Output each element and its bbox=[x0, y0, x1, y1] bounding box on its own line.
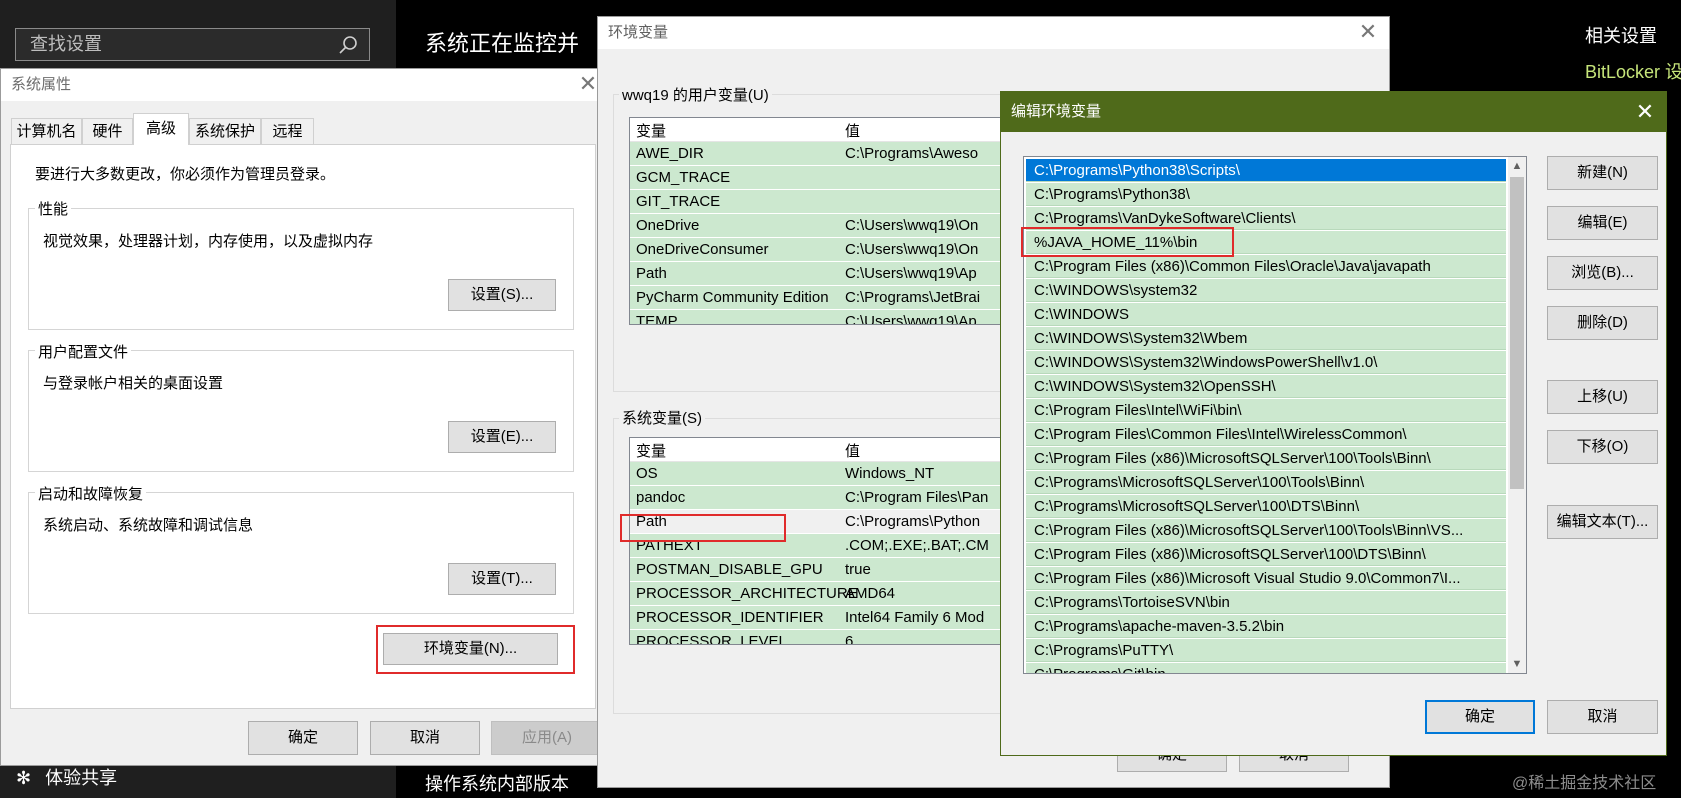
table-row[interactable]: GIT_TRACE bbox=[630, 190, 1008, 213]
list-item[interactable]: C:\WINDOWS\System32\WindowsPowerShell\v1… bbox=[1026, 351, 1506, 374]
editenv-ok-button[interactable]: 确定 bbox=[1425, 700, 1535, 734]
table-row[interactable]: PROCESSOR_IDENTIFIER Intel64 Family 6 Mod bbox=[630, 606, 1008, 629]
list-item[interactable]: C:\WINDOWS\System32\Wbem bbox=[1026, 327, 1506, 350]
col-var-header[interactable]: 变量 bbox=[636, 440, 666, 461]
user-vars-table[interactable]: 变量 值 AWE_DIR C:\Programs\Aweso GCM_TRACE … bbox=[629, 117, 1009, 325]
list-item[interactable]: C:\Program Files (x86)\MicrosoftSQLServe… bbox=[1026, 519, 1506, 542]
editenv-cancel-button[interactable]: 取消 bbox=[1547, 700, 1658, 734]
table-row[interactable]: GCM_TRACE bbox=[630, 166, 1008, 189]
search-placeholder: 查找设置 bbox=[30, 34, 102, 54]
user-vars-section-title: wwq19 的用户变量(U) bbox=[619, 84, 772, 105]
new-button[interactable]: 新建(N) bbox=[1547, 156, 1658, 190]
tab-remote[interactable]: 远程 bbox=[261, 118, 314, 144]
list-item[interactable]: C:\Program Files (x86)\Common Files\Orac… bbox=[1026, 255, 1506, 278]
startup-settings-button[interactable]: 设置(T)... bbox=[448, 563, 556, 595]
col-val-header[interactable]: 值 bbox=[845, 120, 860, 141]
tab-computer-name[interactable]: 计算机名 bbox=[11, 118, 82, 144]
admin-note: 要进行大多数更改，你必须作为管理员登录。 bbox=[35, 166, 336, 183]
table-row[interactable]: OneDrive C:\Users\wwq19\On bbox=[630, 214, 1008, 237]
profile-group bbox=[28, 350, 574, 472]
performance-desc: 视觉效果，处理器计划，内存使用，以及虚拟内存 bbox=[43, 233, 374, 250]
performance-group bbox=[28, 208, 574, 330]
profile-desc: 与登录帐户相关的桌面设置 bbox=[43, 375, 224, 392]
watermark: @稀土掘金技术社区 bbox=[1512, 775, 1657, 792]
edit-button[interactable]: 编辑(E) bbox=[1547, 206, 1658, 240]
table-row[interactable]: Path C:\Users\wwq19\Ap bbox=[630, 262, 1008, 285]
envvars-title: 环境变量 bbox=[598, 17, 1389, 49]
profile-title: 用户配置文件 bbox=[35, 341, 132, 362]
edit-text-button[interactable]: 编辑文本(T)... bbox=[1547, 505, 1658, 539]
list-item[interactable]: C:\Programs\apache-maven-3.5.2\bin bbox=[1026, 615, 1506, 638]
list-item[interactable]: C:\WINDOWS\system32 bbox=[1026, 279, 1506, 302]
profile-settings-button[interactable]: 设置(E)... bbox=[448, 421, 556, 453]
apply-button[interactable]: 应用(A) bbox=[491, 721, 603, 755]
search-input[interactable]: 查找设置 bbox=[15, 28, 370, 61]
browse-button[interactable]: 浏览(B)... bbox=[1547, 256, 1658, 290]
share-nav-item[interactable]: ✻ 体验共享 bbox=[16, 764, 117, 790]
list-item[interactable]: C:\Programs\TortoiseSVN\bin bbox=[1026, 591, 1506, 614]
startup-desc: 系统启动、系统故障和调试信息 bbox=[43, 517, 254, 534]
tab-hardware[interactable]: 硬件 bbox=[82, 118, 133, 144]
list-item[interactable]: C:\WINDOWS bbox=[1026, 303, 1506, 326]
col-var-header[interactable]: 变量 bbox=[636, 120, 666, 141]
table-row[interactable]: PROCESSOR_LEVEL 6 bbox=[630, 630, 1008, 644]
close-icon[interactable]: ✕ bbox=[1634, 101, 1656, 123]
tab-advanced[interactable]: 高级 bbox=[133, 113, 189, 145]
performance-settings-button[interactable]: 设置(S)... bbox=[448, 279, 556, 311]
path-list-scrollbar[interactable]: ▲ ▼ bbox=[1508, 157, 1526, 673]
move-up-button[interactable]: 上移(U) bbox=[1547, 380, 1658, 414]
table-row[interactable]: OS Windows_NT bbox=[630, 462, 1008, 485]
list-item[interactable]: C:\Programs\PuTTY\ bbox=[1026, 639, 1506, 662]
table-row[interactable]: TEMP C:\Users\wwq19\Ap bbox=[630, 310, 1008, 324]
table-row[interactable]: PROCESSOR_ARCHITECTURE AMD64 bbox=[630, 582, 1008, 605]
search-icon[interactable] bbox=[337, 34, 359, 56]
os-version-label: 操作系统内部版本 bbox=[425, 774, 569, 794]
performance-title: 性能 bbox=[35, 198, 72, 219]
move-down-button[interactable]: 下移(O) bbox=[1547, 430, 1658, 464]
sysprops-title: 系统属性 bbox=[1, 69, 603, 101]
list-item[interactable]: C:\Program Files (x86)\Microsoft Visual … bbox=[1026, 567, 1506, 590]
user-vars-header: 变量 值 bbox=[630, 118, 1008, 142]
startup-group bbox=[28, 492, 574, 614]
list-item[interactable]: C:\Programs\Python38\ bbox=[1026, 183, 1506, 206]
close-icon[interactable]: ✕ bbox=[577, 73, 599, 95]
env-button-highlight bbox=[376, 625, 575, 674]
scroll-up-icon[interactable]: ▲ bbox=[1508, 157, 1526, 175]
col-val-header[interactable]: 值 bbox=[845, 440, 860, 461]
list-item[interactable]: C:\WINDOWS\System32\OpenSSH\ bbox=[1026, 375, 1506, 398]
table-row[interactable]: pandoc C:\Program Files\Pan bbox=[630, 486, 1008, 509]
list-item[interactable]: C:\Program Files (x86)\MicrosoftSQLServe… bbox=[1026, 543, 1506, 566]
system-vars-header: 变量 值 bbox=[630, 438, 1008, 462]
share-icon: ✻ bbox=[16, 768, 32, 788]
table-row[interactable]: OneDriveConsumer C:\Users\wwq19\On bbox=[630, 238, 1008, 261]
list-item[interactable]: C:\Program Files\Intel\WiFi\bin\ bbox=[1026, 399, 1506, 422]
cancel-button[interactable]: 取消 bbox=[370, 721, 480, 755]
ok-button[interactable]: 确定 bbox=[248, 721, 358, 755]
table-row[interactable]: POSTMAN_DISABLE_GPU true bbox=[630, 558, 1008, 581]
scroll-thumb[interactable] bbox=[1510, 177, 1524, 489]
close-icon[interactable]: ✕ bbox=[1357, 21, 1379, 43]
path-row-highlight bbox=[620, 514, 786, 542]
list-item[interactable]: C:\Programs\Git\bin bbox=[1026, 663, 1506, 673]
startup-title: 启动和故障恢复 bbox=[35, 483, 147, 504]
java-home-highlight bbox=[1021, 227, 1234, 257]
list-item[interactable]: C:\Program Files\Common Files\Intel\Wire… bbox=[1026, 423, 1506, 446]
table-row[interactable]: PyCharm Community Edition C:\Programs\Jet… bbox=[630, 286, 1008, 309]
list-item-selected[interactable]: C:\Programs\Python38\Scripts\ bbox=[1026, 159, 1506, 182]
system-vars-section-title: 系统变量(S) bbox=[619, 407, 705, 428]
table-row[interactable]: AWE_DIR C:\Programs\Aweso bbox=[630, 142, 1008, 165]
list-item[interactable]: C:\Program Files (x86)\MicrosoftSQLServe… bbox=[1026, 447, 1506, 470]
scroll-down-icon[interactable]: ▼ bbox=[1508, 655, 1526, 673]
editenv-title-bar: 编辑环境变量 bbox=[1001, 92, 1666, 132]
related-settings-title: 相关设置 bbox=[1585, 26, 1657, 46]
bitlocker-link[interactable]: BitLocker 设 bbox=[1585, 58, 1681, 84]
editenv-title: 编辑环境变量 bbox=[1011, 103, 1102, 120]
list-item[interactable]: C:\Programs\MicrosoftSQLServer\100\Tools… bbox=[1026, 471, 1506, 494]
delete-button[interactable]: 删除(D) bbox=[1547, 306, 1658, 340]
tab-system-protection[interactable]: 系统保护 bbox=[189, 118, 261, 144]
list-item[interactable]: C:\Programs\MicrosoftSQLServer\100\DTS\B… bbox=[1026, 495, 1506, 518]
monitor-text: 系统正在监控并 bbox=[425, 31, 580, 56]
